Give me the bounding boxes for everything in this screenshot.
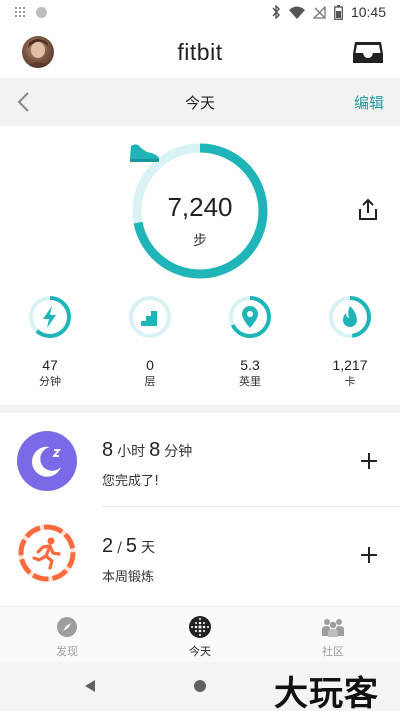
status-bar: 10:45 (0, 0, 400, 24)
sleep-duration: 8 小时 8 分钟 (102, 439, 193, 461)
nav-label: 发现 (56, 645, 78, 658)
fitbit-notification-icon (14, 6, 26, 18)
back-triangle-icon[interactable] (83, 679, 97, 693)
exercise-runner-icon (18, 524, 76, 582)
stat-value: 5.3 (240, 357, 260, 373)
chevron-left-icon[interactable] (14, 90, 34, 114)
stat-value: 1,217 (332, 357, 368, 373)
no-signal-icon (312, 5, 326, 19)
stat-label: 英里 (239, 375, 261, 388)
wifi-icon (288, 6, 305, 19)
edit-button[interactable]: 编辑 (354, 92, 384, 113)
community-icon (322, 619, 344, 637)
notification-dot-icon (36, 6, 47, 18)
home-circle-icon[interactable] (193, 679, 207, 693)
app-title: fitbit (177, 38, 223, 65)
nav-today[interactable]: 今天 (160, 615, 240, 659)
exercise-subtitle: 本周锻炼 (102, 570, 155, 585)
steps-ring[interactable]: 7,240 步 (129, 140, 271, 282)
stat-floors[interactable]: 0 层 (115, 295, 185, 389)
exercise-progress: 2/5 天 (102, 535, 155, 557)
stat-value: 0 (146, 357, 154, 373)
flame-icon (343, 306, 357, 327)
nav-community[interactable]: 社区 (293, 615, 373, 659)
share-icon[interactable] (356, 198, 380, 222)
nav-label: 社区 (322, 645, 344, 658)
avatar[interactable] (22, 36, 54, 68)
shoe-icon (130, 144, 159, 162)
stat-label: 层 (144, 375, 156, 388)
bottom-nav: 发现 今天 社区 (0, 606, 400, 662)
sleep-moon-icon (17, 431, 77, 491)
sleep-card[interactable]: 8 小时 8 分钟 您完成了! (0, 416, 400, 506)
lightning-icon (43, 306, 56, 328)
watermark: 大玩客 (274, 674, 379, 711)
app-header: fitbit (0, 28, 400, 76)
date-title: 今天 (184, 93, 215, 112)
stat-value: 47 (42, 357, 58, 373)
add-sleep-button[interactable] (360, 452, 378, 470)
sleep-subtitle: 您完成了! (102, 474, 160, 489)
status-time: 10:45 (350, 4, 386, 20)
nav-label: 今天 (189, 645, 211, 658)
stat-label: 分钟 (39, 375, 61, 388)
stairs-icon (141, 311, 157, 326)
stat-calories[interactable]: 1,217 卡 (315, 295, 385, 389)
battery-icon (334, 4, 343, 20)
row-divider (102, 506, 400, 507)
steps-value: 7,240 (167, 192, 233, 222)
add-exercise-button[interactable] (360, 546, 378, 564)
stat-distance[interactable]: 5.3 英里 (215, 295, 285, 389)
fitbit-dots-icon (189, 616, 211, 638)
steps-unit: 步 (193, 233, 207, 249)
nav-discover[interactable]: 发现 (27, 615, 107, 659)
inbox-icon[interactable] (352, 40, 384, 64)
date-bar: 今天 编辑 (0, 78, 400, 126)
stat-active-minutes[interactable]: 47 分钟 (15, 295, 85, 389)
compass-icon (57, 617, 77, 637)
stat-label: 卡 (344, 375, 356, 388)
bluetooth-icon (272, 5, 280, 19)
exercise-card[interactable]: 2/5 天 本周锻炼 (0, 508, 400, 598)
section-divider (0, 405, 400, 413)
